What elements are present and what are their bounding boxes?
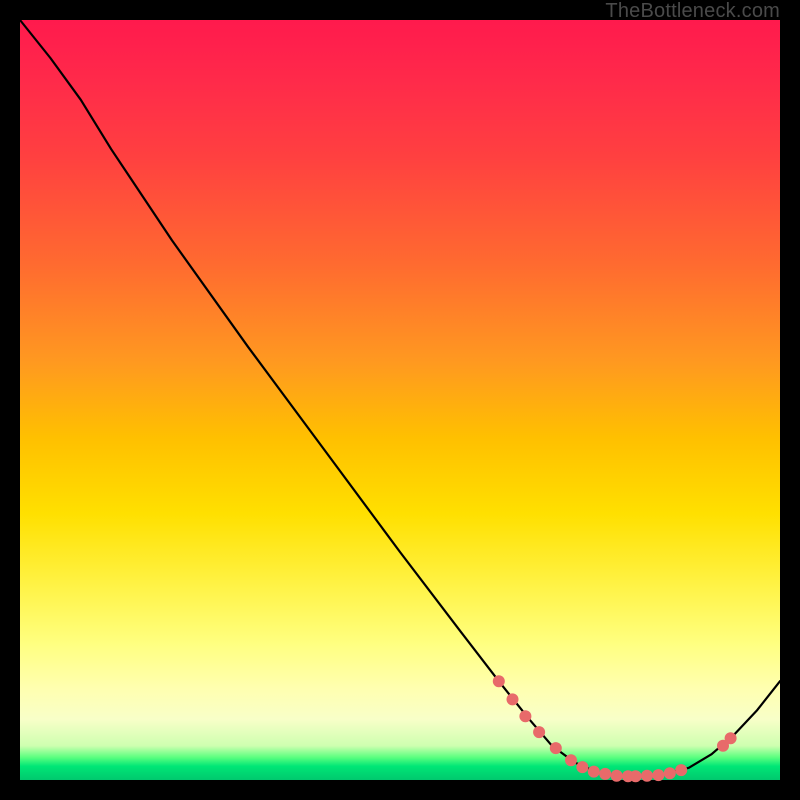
watermark-text: TheBottleneck.com: [605, 0, 780, 23]
curve-marker: [550, 742, 562, 754]
bottleneck-curve: [20, 20, 780, 776]
curve-marker: [664, 767, 676, 779]
curve-marker: [641, 770, 653, 782]
curve-marker: [493, 675, 505, 687]
curve-marker: [652, 769, 664, 781]
curve-marker: [725, 732, 737, 744]
curve-markers: [493, 675, 737, 782]
curve-marker: [675, 764, 687, 776]
curve-marker: [599, 768, 611, 780]
curve-marker: [588, 766, 600, 778]
curve-marker: [565, 754, 577, 766]
curve-marker: [533, 726, 545, 738]
curve-marker: [507, 693, 519, 705]
curve-marker: [630, 770, 642, 782]
chart-frame: [20, 20, 780, 780]
curve-marker: [611, 770, 623, 782]
curve-marker: [576, 761, 588, 773]
curve-marker: [519, 710, 531, 722]
chart-svg: [20, 20, 780, 780]
